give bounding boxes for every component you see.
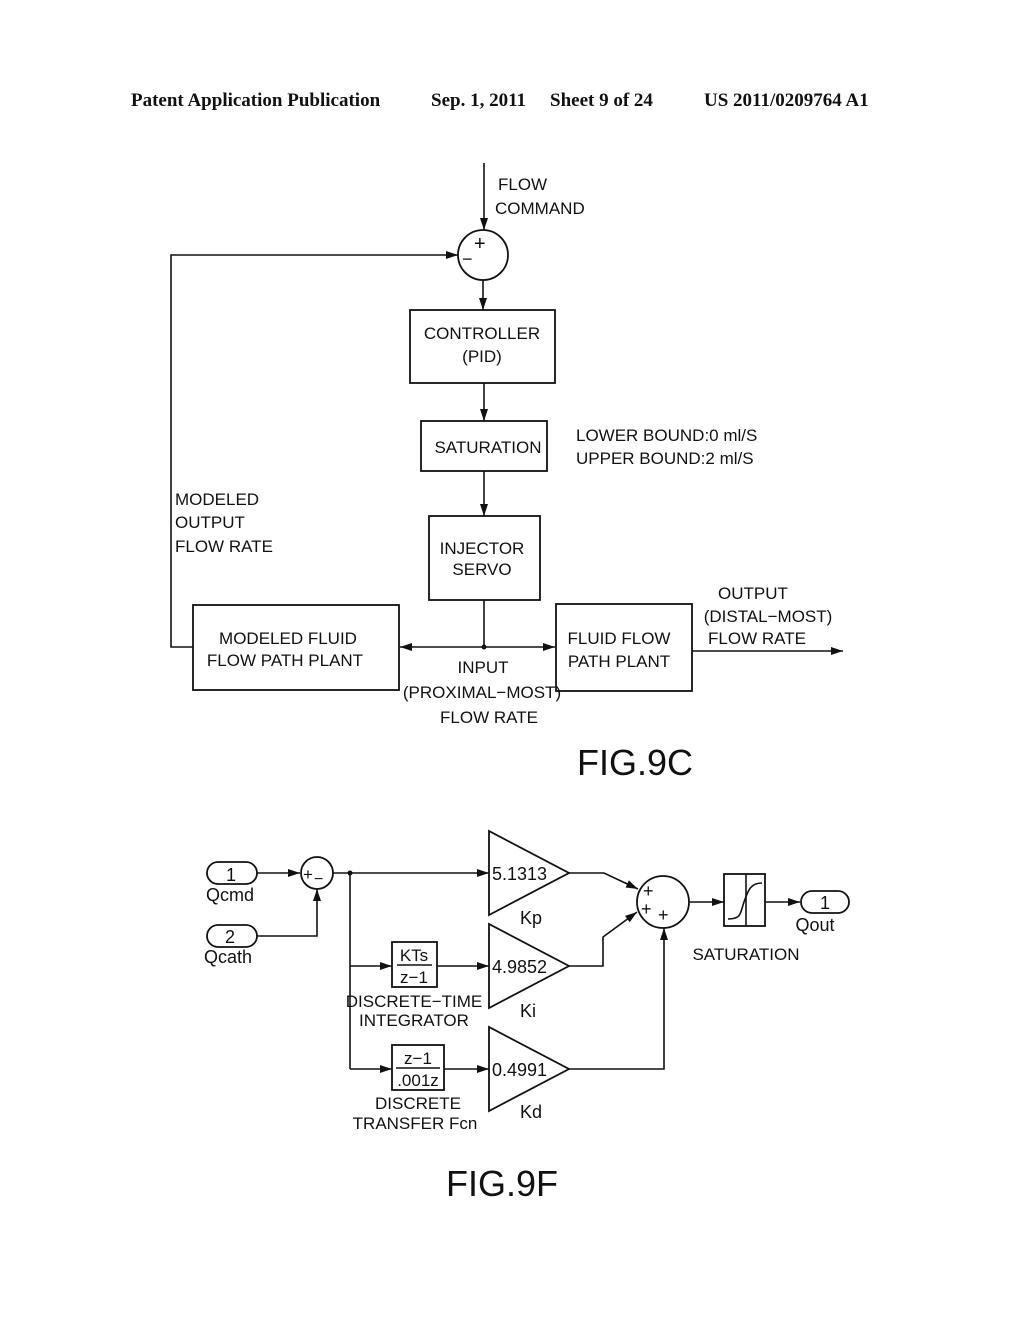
- derivative-caption-2: TRANSFER Fcn: [353, 1114, 478, 1133]
- injector-label: INJECTOR: [440, 539, 525, 558]
- inport-2-number: 2: [225, 927, 235, 947]
- figure-label-9f: FIG.9F: [446, 1163, 558, 1204]
- output-rate-label-1: OUTPUT: [718, 584, 788, 603]
- modeled-plant-label-1: MODELED FLUID: [219, 629, 357, 648]
- derivative-caption-1: DISCRETE: [375, 1094, 461, 1113]
- controller-pid-label: (PID): [462, 347, 502, 366]
- diagram-canvas: FLOW COMMAND + − CONTROLLER (PID) SATURA…: [170, 163, 850, 1204]
- pid-sum-plus-2: +: [641, 899, 652, 919]
- gain-kp-value: 5.1313: [492, 864, 547, 884]
- upper-bound-text: UPPER BOUND:2 ml/S: [576, 449, 754, 468]
- integrator-numerator: KTs: [400, 946, 428, 965]
- plant-label-1: FLUID FLOW: [568, 629, 671, 648]
- derivative-numerator: z−1: [404, 1049, 432, 1068]
- controller-label: CONTROLLER: [424, 324, 540, 343]
- sum-plus-sign: +: [474, 233, 486, 255]
- sum-minus-sign: −: [462, 249, 473, 269]
- inport-1-number: 1: [226, 865, 236, 885]
- modeled-output-label-1: MODELED: [175, 490, 259, 509]
- kp-to-sum: [569, 872, 639, 890]
- gain-kd-value: 0.4991: [492, 1060, 547, 1080]
- error-sum-plus: +: [303, 865, 313, 884]
- saturation-label-9f: SATURATION: [692, 945, 799, 964]
- qcath-line: [257, 889, 321, 937]
- servo-label: SERVO: [452, 560, 511, 579]
- outport-number: 1: [820, 893, 830, 913]
- modeled-plant-label-2: FLOW PATH PLANT: [207, 651, 363, 670]
- ki-to-sum: [569, 911, 638, 967]
- modeled-output-label-2: OUTPUT: [175, 513, 245, 532]
- output-rate-label-2: (DISTAL−MOST): [704, 607, 833, 626]
- gain-kd-name: Kd: [520, 1102, 542, 1122]
- gain-ki-value: 4.9852: [492, 957, 547, 977]
- saturation-label: SATURATION: [434, 438, 541, 457]
- integrator-caption-2: INTEGRATOR: [359, 1011, 469, 1030]
- plant-label-2: PATH PLANT: [568, 652, 670, 671]
- kd-to-sum: [569, 928, 668, 1070]
- gain-ki-name: Ki: [520, 1001, 536, 1021]
- pid-sum-plus-1: +: [643, 881, 654, 901]
- lower-bound-text: LOWER BOUND:0 ml/S: [576, 426, 757, 445]
- integrator-caption-1: DISCRETE−TIME: [346, 992, 483, 1011]
- error-sum-minus: −: [314, 871, 323, 888]
- inport-2-name: Qcath: [204, 947, 252, 967]
- fig-9f: 1 Qcmd 2 Qcath + − KTs z−1 DISCRETE−TIME…: [204, 829, 850, 1204]
- injector-servo-block: [428, 515, 541, 601]
- inport-1-name: Qcmd: [206, 885, 254, 905]
- flow-command-label-2: COMMAND: [495, 199, 585, 218]
- input-rate-label-2: (PROXIMAL−MOST): [403, 683, 561, 702]
- fig-9c: FLOW COMMAND + − CONTROLLER (PID) SATURA…: [170, 163, 843, 783]
- modeled-output-label-3: FLOW RATE: [175, 537, 273, 556]
- flow-command-label-1: FLOW: [498, 175, 547, 194]
- input-rate-label-3: FLOW RATE: [440, 708, 538, 727]
- outport-name: Qout: [795, 915, 834, 935]
- derivative-denominator: .001z: [397, 1071, 439, 1090]
- output-rate-label-3: FLOW RATE: [708, 629, 806, 648]
- figure-label-9c: FIG.9C: [577, 742, 693, 783]
- integrator-denominator: z−1: [400, 968, 428, 987]
- pid-sum-plus-3: +: [658, 905, 669, 925]
- input-rate-label-1: INPUT: [458, 658, 509, 677]
- gain-kp-name: Kp: [520, 908, 542, 928]
